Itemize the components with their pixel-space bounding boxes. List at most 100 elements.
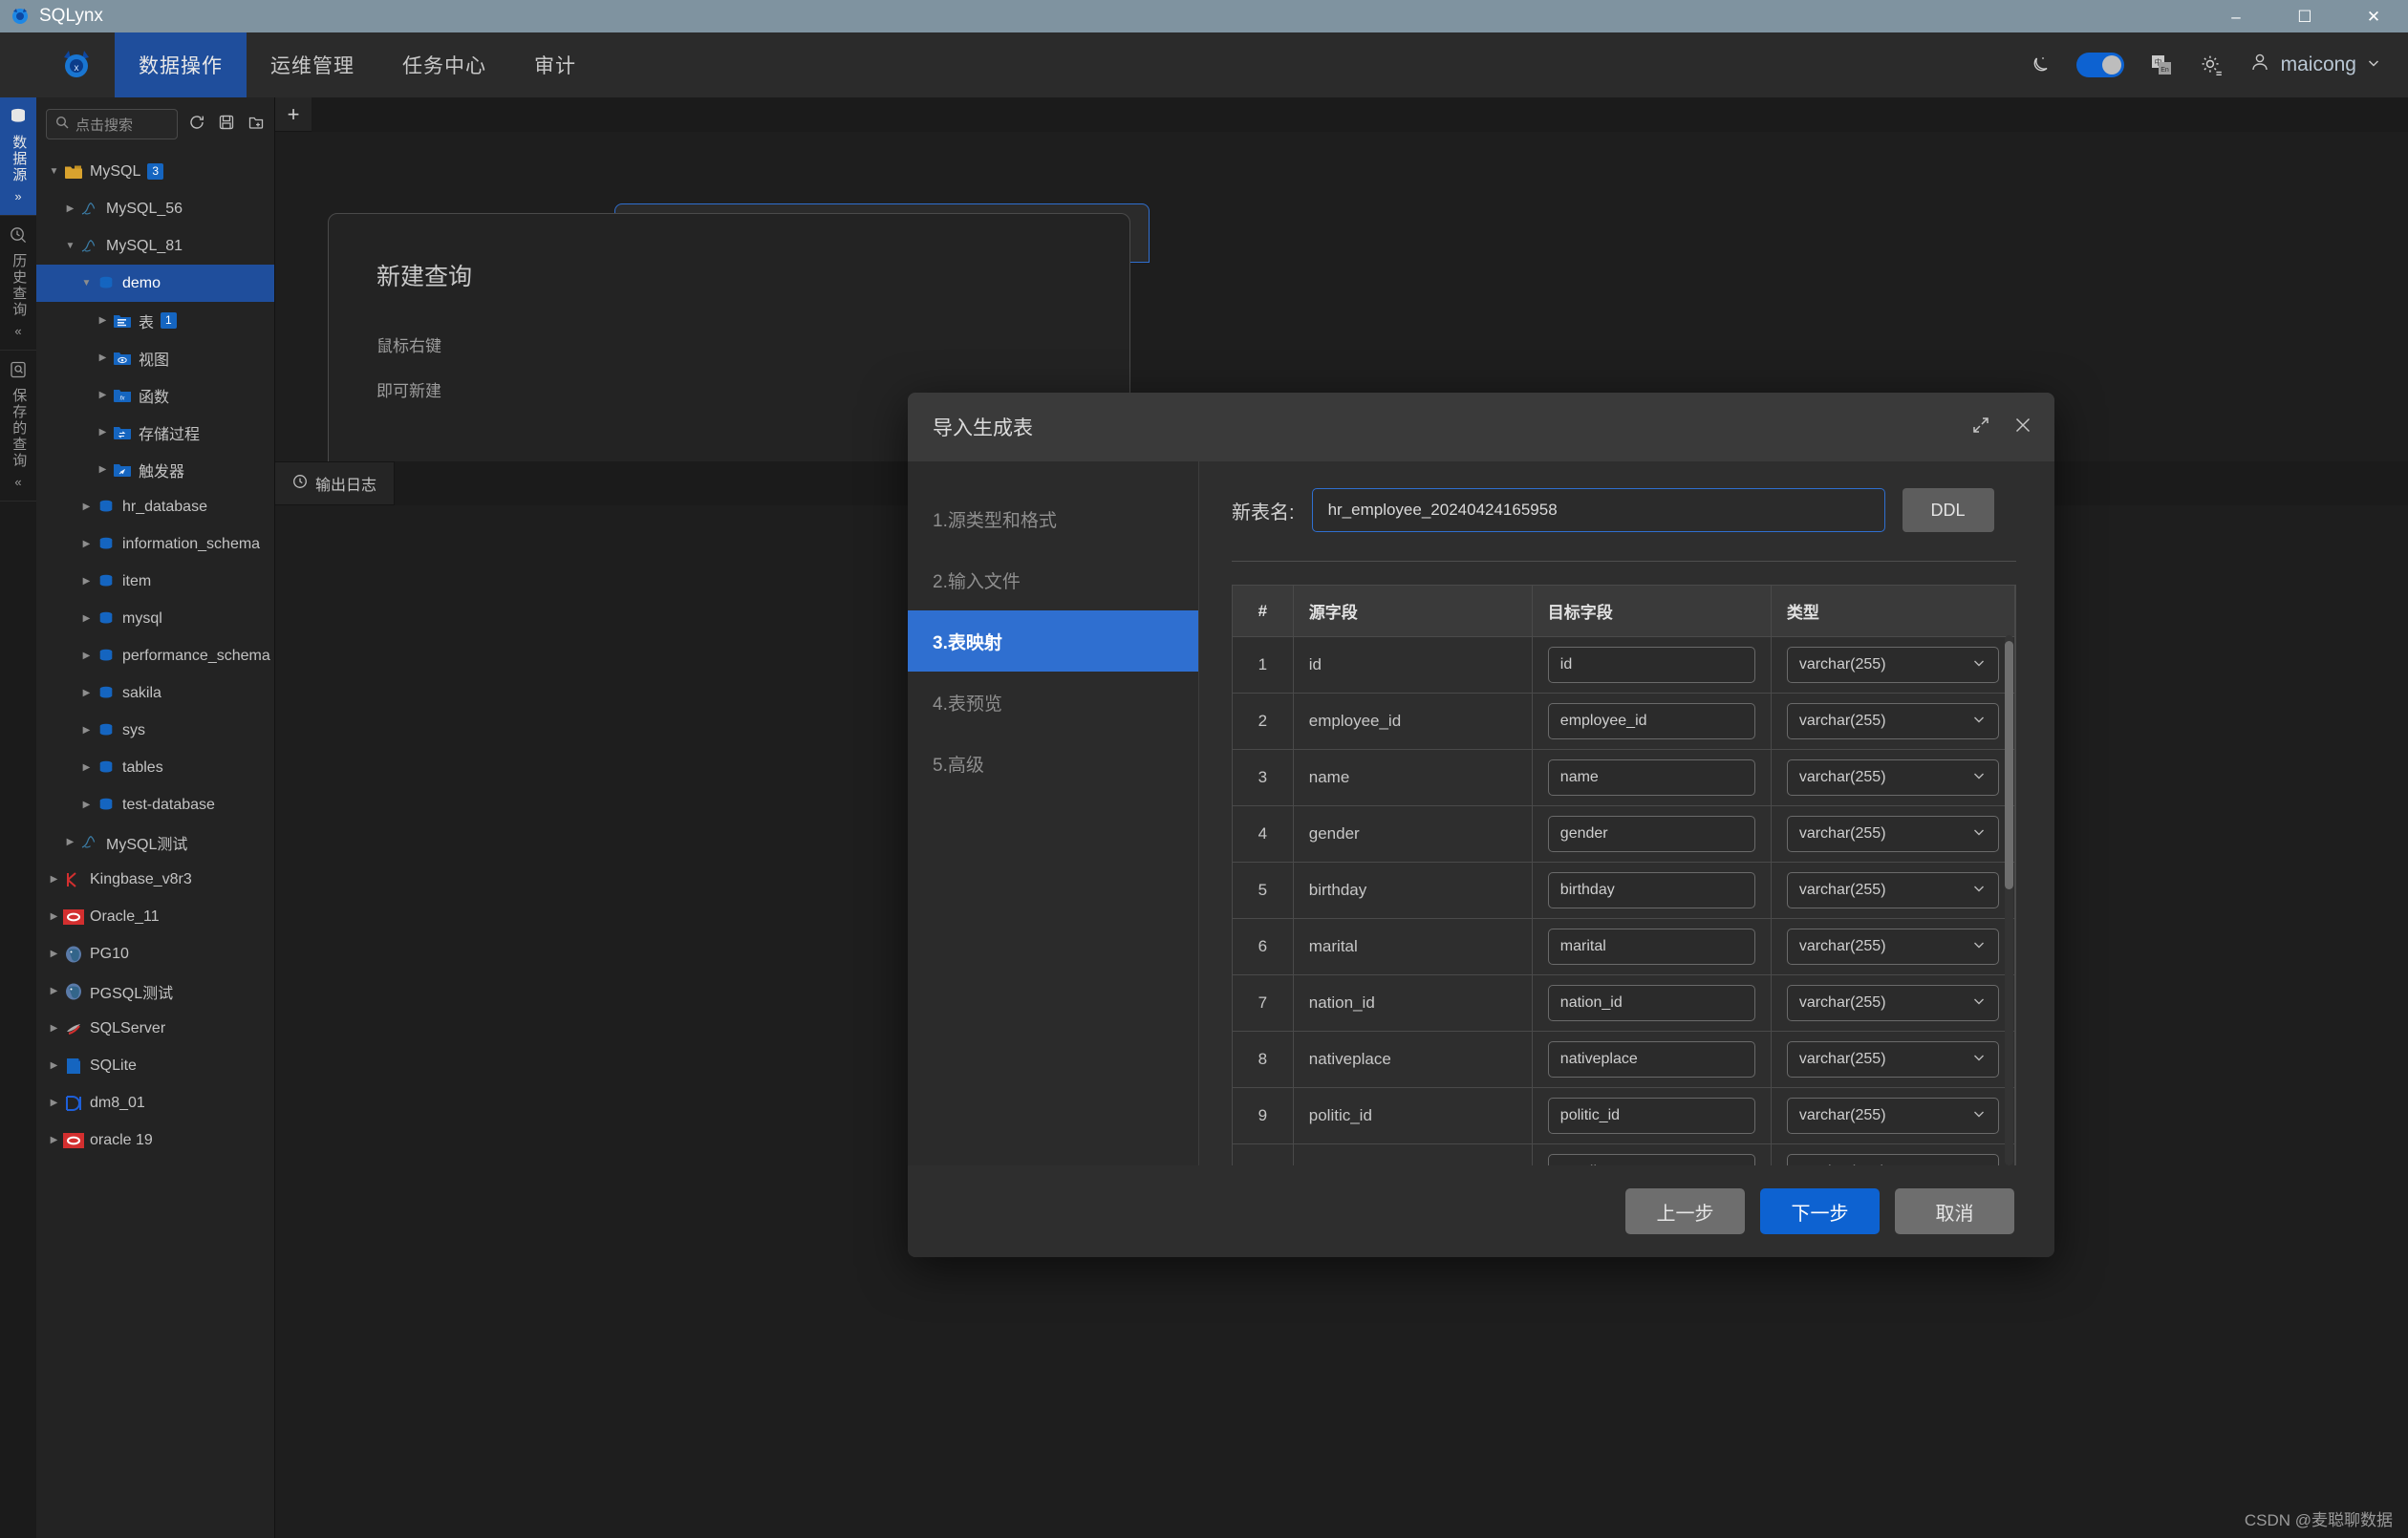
- target-field-input[interactable]: [1548, 703, 1755, 739]
- new-folder-icon[interactable]: [247, 114, 265, 136]
- grid-scrollbar-thumb[interactable]: [2005, 641, 2013, 889]
- chevron-right-icon[interactable]: ▶: [95, 464, 111, 475]
- expand-icon[interactable]: [1970, 415, 1991, 440]
- language-icon[interactable]: 中 En: [2149, 53, 2174, 77]
- target-field-input[interactable]: [1548, 1154, 1755, 1165]
- tree-node[interactable]: ▶oracle 19: [36, 1121, 274, 1159]
- step-input-file[interactable]: 2.输入文件: [908, 549, 1198, 610]
- save-icon[interactable]: [218, 114, 235, 136]
- rail-section-datasource[interactable]: 数据源 »: [0, 97, 36, 216]
- tree-node[interactable]: ▼MySQL_81: [36, 227, 274, 265]
- tree-node[interactable]: ▶hr_database: [36, 488, 274, 525]
- chevron-right-icon[interactable]: ▶: [46, 949, 62, 959]
- add-tab-button[interactable]: +: [275, 97, 312, 132]
- rail-section-saved-query[interactable]: 保存的查询 «: [0, 351, 36, 502]
- tree-node[interactable]: ▶Kingbase_v8r3: [36, 861, 274, 898]
- tree-node[interactable]: ▶视图: [36, 339, 274, 376]
- tree-node[interactable]: ▶information_schema: [36, 525, 274, 563]
- target-field-input[interactable]: [1548, 816, 1755, 852]
- chevron-right-icon[interactable]: ▶: [78, 576, 95, 587]
- chevron-right-icon[interactable]: ▶: [62, 837, 78, 847]
- nav-item-audit[interactable]: 审计: [510, 32, 600, 97]
- chevron-right-icon[interactable]: ▶: [46, 874, 62, 885]
- type-select[interactable]: varchar(255): [1787, 985, 1999, 1021]
- theme-toggle[interactable]: [2076, 53, 2124, 77]
- tree-node[interactable]: ▶SQLServer: [36, 1010, 274, 1047]
- type-select[interactable]: varchar(255): [1787, 1098, 1999, 1134]
- tab-output-log[interactable]: 输出日志: [275, 461, 395, 505]
- chevron-down-icon[interactable]: ▼: [46, 166, 62, 177]
- chevron-right-icon[interactable]: ▶: [46, 1135, 62, 1145]
- user-menu[interactable]: maicong: [2248, 51, 2381, 79]
- target-field-input[interactable]: [1548, 647, 1755, 683]
- gear-icon[interactable]: [2199, 53, 2224, 77]
- tree-node[interactable]: ▶Oracle_11: [36, 898, 274, 935]
- close-button[interactable]: ✕: [2339, 0, 2408, 32]
- type-select[interactable]: varchar(255): [1787, 872, 1999, 908]
- rail-chevron-history[interactable]: «: [14, 324, 21, 338]
- chevron-right-icon[interactable]: ▶: [95, 427, 111, 438]
- tree-node[interactable]: ▶sakila: [36, 674, 274, 712]
- maximize-button[interactable]: ☐: [2270, 0, 2339, 32]
- chevron-right-icon[interactable]: ▶: [95, 352, 111, 363]
- ddl-button[interactable]: DDL: [1903, 488, 1994, 532]
- chevron-right-icon[interactable]: ▶: [78, 613, 95, 624]
- type-select[interactable]: varchar(255): [1787, 759, 1999, 796]
- close-icon[interactable]: [2012, 415, 2033, 440]
- tree-node[interactable]: ▶tables: [36, 749, 274, 786]
- refresh-icon[interactable]: [188, 114, 205, 136]
- step-advanced[interactable]: 5.高级: [908, 733, 1198, 794]
- nav-item-task-center[interactable]: 任务中心: [378, 32, 510, 97]
- step-table-preview[interactable]: 4.表预览: [908, 672, 1198, 733]
- tree-node[interactable]: ▶表1: [36, 302, 274, 339]
- search-input-wrap[interactable]: 点击搜索: [46, 109, 178, 139]
- step-table-mapping[interactable]: 3.表映射: [908, 610, 1198, 672]
- type-select[interactable]: varchar(255): [1787, 647, 1999, 683]
- target-field-input[interactable]: [1548, 1098, 1755, 1134]
- moon-icon[interactable]: [2029, 53, 2052, 76]
- chevron-right-icon[interactable]: ▶: [46, 1023, 62, 1034]
- target-field-input[interactable]: [1548, 759, 1755, 796]
- tree-node[interactable]: ▼demo: [36, 265, 274, 302]
- chevron-right-icon[interactable]: ▶: [78, 762, 95, 773]
- cancel-button[interactable]: 取消: [1895, 1188, 2014, 1234]
- target-field-input[interactable]: [1548, 985, 1755, 1021]
- target-field-input[interactable]: [1548, 872, 1755, 908]
- type-select[interactable]: varchar(255): [1787, 816, 1999, 852]
- tree-node[interactable]: ▶dm8_01: [36, 1084, 274, 1121]
- chevron-right-icon[interactable]: ▶: [78, 651, 95, 661]
- type-select[interactable]: varchar(255): [1787, 1154, 1999, 1165]
- rail-chevron-datasource[interactable]: »: [14, 189, 21, 203]
- tree-node[interactable]: ▶mysql: [36, 600, 274, 637]
- tree-node[interactable]: ▶fx函数: [36, 376, 274, 414]
- chevron-right-icon[interactable]: ▶: [46, 1098, 62, 1108]
- rail-section-history[interactable]: 历史查询 «: [0, 216, 36, 351]
- chevron-right-icon[interactable]: ▶: [95, 390, 111, 400]
- minimize-button[interactable]: –: [2202, 0, 2270, 32]
- tree-node[interactable]: ▶MySQL测试: [36, 823, 274, 861]
- chevron-right-icon[interactable]: ▶: [46, 1060, 62, 1071]
- tree-node[interactable]: ▶performance_schema: [36, 637, 274, 674]
- tree-node[interactable]: ▶PGSQL测试: [36, 972, 274, 1010]
- target-field-input[interactable]: [1548, 929, 1755, 965]
- type-select[interactable]: varchar(255): [1787, 929, 1999, 965]
- chevron-down-icon[interactable]: ▼: [62, 241, 78, 251]
- chevron-right-icon[interactable]: ▶: [78, 800, 95, 810]
- tree-node[interactable]: ▼MySQL3: [36, 153, 274, 190]
- tree-node[interactable]: ▶sys: [36, 712, 274, 749]
- tree-node[interactable]: ▶SQLite: [36, 1047, 274, 1084]
- chevron-right-icon[interactable]: ▶: [78, 502, 95, 512]
- type-select[interactable]: varchar(255): [1787, 1041, 1999, 1078]
- tree-node[interactable]: ▶item: [36, 563, 274, 600]
- chevron-right-icon[interactable]: ▶: [62, 203, 78, 214]
- chevron-right-icon[interactable]: ▶: [78, 539, 95, 549]
- tree-node[interactable]: ▶PG10: [36, 935, 274, 972]
- tree-node[interactable]: ▶触发器: [36, 451, 274, 488]
- chevron-down-icon[interactable]: ▼: [78, 278, 95, 288]
- new-table-name-input[interactable]: [1312, 488, 1885, 532]
- nav-item-data-ops[interactable]: 数据操作: [115, 32, 247, 97]
- chevron-right-icon[interactable]: ▶: [46, 911, 62, 922]
- tree-node[interactable]: ▶test-database: [36, 786, 274, 823]
- chevron-right-icon[interactable]: ▶: [78, 688, 95, 698]
- next-step-button[interactable]: 下一步: [1760, 1188, 1880, 1234]
